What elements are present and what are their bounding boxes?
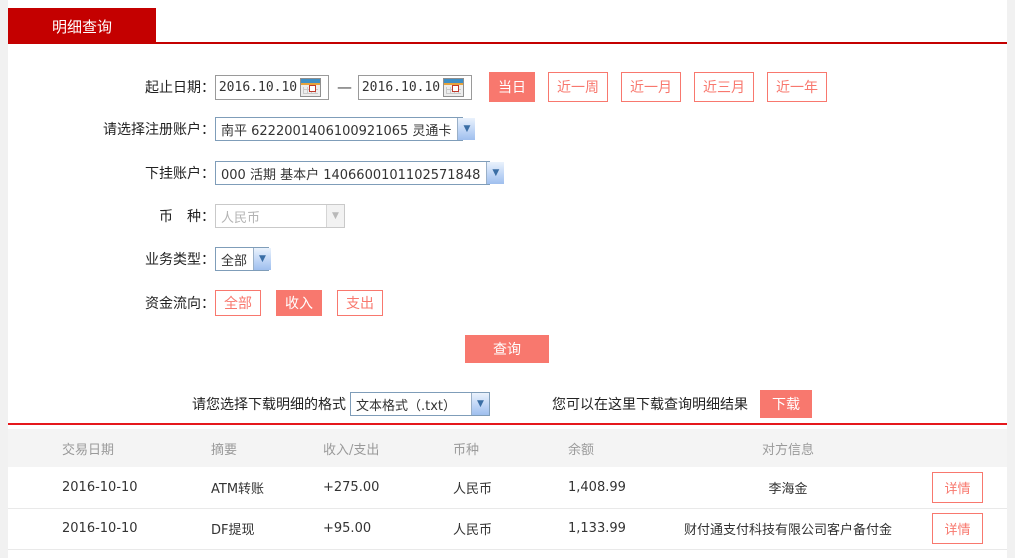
- date-from-input[interactable]: [216, 76, 300, 98]
- query-button[interactable]: 查询: [465, 335, 549, 363]
- download-format-select[interactable]: 文本格式（.txt） ▼: [350, 392, 490, 416]
- download-format-label: 请您选择下载明细的格式: [192, 397, 346, 413]
- table-top-separator: [8, 423, 1007, 425]
- col-header-balance: 余额: [523, 429, 668, 467]
- detail-button[interactable]: 详情: [932, 513, 983, 544]
- date-range-separator: —: [337, 78, 352, 96]
- cell-balance: 1,408.99: [523, 467, 668, 509]
- currency-row: 币 种： 人民币 ▼: [8, 204, 345, 228]
- calendar-icon[interactable]: [443, 77, 464, 97]
- col-header-currency: 币种: [408, 429, 523, 467]
- quick-range-today-button[interactable]: 当日: [489, 72, 535, 102]
- fund-flow-label: 资金流向：: [145, 296, 215, 312]
- cell-counterparty: 财付通支付科技有限公司客户备付金: [668, 508, 908, 550]
- tab-detail-query[interactable]: 明细查询: [8, 8, 156, 44]
- table-header-row: 交易日期 摘要 收入/支出 币种 余额 对方信息: [8, 429, 1007, 467]
- cell-currency: 人民币: [408, 467, 523, 509]
- content-panel: 明细查询 起止日期： — 当日 近一周 近一月 近三月 近一年 请选择注册账户：…: [8, 0, 1007, 558]
- sub-account-select[interactable]: 000 活期 基本户 1406600101102571848 ▼: [215, 161, 505, 185]
- register-account-value: 南平 6222001406100921065 灵通卡: [221, 123, 452, 139]
- col-header-counterparty: 对方信息: [668, 429, 908, 467]
- download-hint: 您可以在这里下载查询明细结果: [552, 397, 748, 413]
- cell-currency: 人民币: [408, 508, 523, 550]
- date-from-field[interactable]: [215, 74, 329, 100]
- col-header-date: 交易日期: [8, 429, 156, 467]
- transactions-table: 交易日期 摘要 收入/支出 币种 余额 对方信息 2016-10-10 ATM转…: [8, 429, 1007, 550]
- col-header-amount: 收入/支出: [278, 429, 408, 467]
- cell-amount: +95.00: [278, 508, 408, 550]
- quick-range-quarter-button[interactable]: 近三月: [694, 72, 754, 102]
- col-header-action: [908, 429, 1007, 467]
- cell-balance: 1,133.99: [523, 508, 668, 550]
- currency-label: 币 种：: [159, 209, 215, 225]
- table-row: 2016-10-10 ATM转账 +275.00 人民币 1,408.99 李海…: [8, 467, 1007, 509]
- biz-type-row: 业务类型： 全部 ▼: [8, 247, 272, 271]
- cell-date: 2016-10-10: [8, 508, 156, 550]
- chevron-down-icon[interactable]: ▼: [253, 248, 272, 270]
- flow-expense-button[interactable]: 支出: [337, 290, 383, 316]
- date-range-row: 起止日期： — 当日 近一周 近一月 近三月 近一年: [8, 72, 827, 102]
- register-account-select[interactable]: 南平 6222001406100921065 灵通卡 ▼: [215, 117, 476, 141]
- calendar-icon[interactable]: [300, 77, 321, 97]
- fund-flow-row: 资金流向： 全部 收入 支出: [8, 290, 398, 316]
- cell-amount: +275.00: [278, 467, 408, 509]
- currency-select: 人民币 ▼: [215, 204, 345, 228]
- chevron-down-icon[interactable]: ▼: [486, 162, 505, 184]
- download-button[interactable]: 下载: [760, 390, 812, 418]
- cell-summary: DF提现: [156, 508, 278, 550]
- register-account-label: 请选择注册账户：: [103, 122, 215, 138]
- quick-range-month-button[interactable]: 近一月: [621, 72, 681, 102]
- currency-value: 人民币: [221, 210, 261, 226]
- chevron-down-icon: ▼: [326, 205, 344, 227]
- cell-summary: ATM转账: [156, 467, 278, 509]
- register-account-row: 请选择注册账户： 南平 6222001406100921065 灵通卡 ▼: [8, 117, 476, 141]
- biz-type-value: 全部: [221, 253, 248, 269]
- download-row: 请您选择下载明细的格式 文本格式（.txt） ▼ 您可以在这里下载查询明细结果 …: [8, 390, 812, 418]
- quick-range-week-button[interactable]: 近一周: [548, 72, 608, 102]
- date-range-label: 起止日期：: [145, 80, 215, 96]
- sub-account-value: 000 活期 基本户 1406600101102571848: [221, 167, 481, 183]
- flow-income-button[interactable]: 收入: [276, 290, 322, 316]
- detail-button[interactable]: 详情: [932, 471, 983, 503]
- col-header-summary: 摘要: [156, 429, 278, 467]
- tab-underline: [8, 42, 1007, 44]
- quick-range-year-button[interactable]: 近一年: [767, 72, 827, 102]
- cell-counterparty: 李海金: [668, 467, 908, 509]
- flow-all-button[interactable]: 全部: [215, 290, 261, 316]
- sub-account-label: 下挂账户：: [145, 166, 215, 182]
- biz-type-label: 业务类型：: [145, 252, 215, 268]
- chevron-down-icon[interactable]: ▼: [471, 393, 489, 415]
- sub-account-row: 下挂账户： 000 活期 基本户 1406600101102571848 ▼: [8, 161, 505, 185]
- date-to-input[interactable]: [359, 76, 443, 98]
- chevron-down-icon[interactable]: ▼: [457, 118, 476, 140]
- cell-date: 2016-10-10: [8, 467, 156, 509]
- table-row: 2016-10-10 DF提现 +95.00 人民币 1,133.99 财付通支…: [8, 508, 1007, 550]
- download-format-value: 文本格式（.txt）: [356, 398, 457, 414]
- biz-type-select[interactable]: 全部 ▼: [215, 247, 272, 271]
- date-to-field[interactable]: [358, 74, 472, 100]
